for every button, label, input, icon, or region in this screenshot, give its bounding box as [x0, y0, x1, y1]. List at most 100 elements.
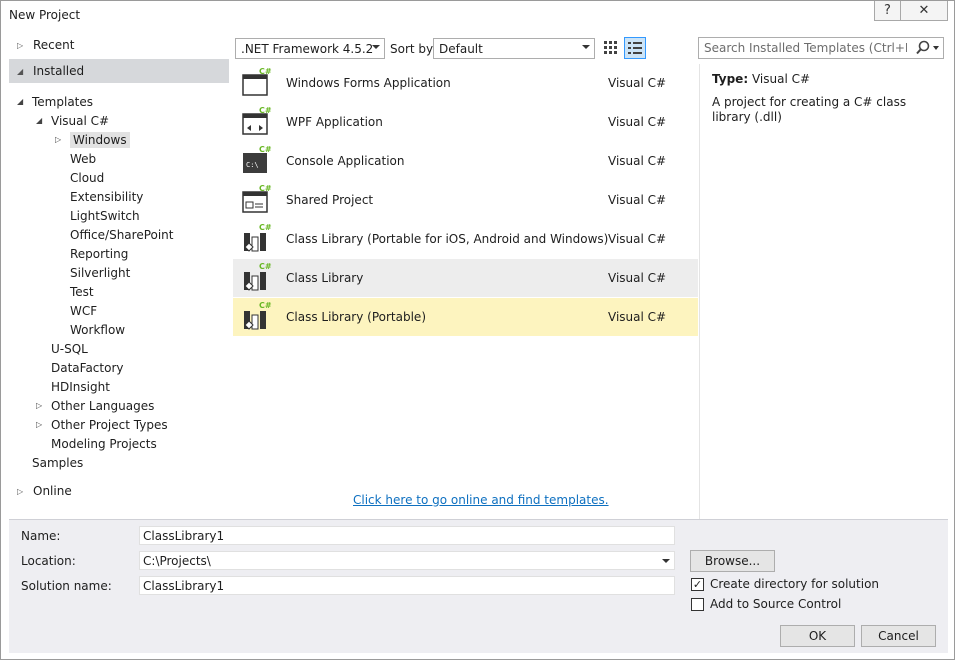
template-name: Class Library (Portable for iOS, Android…: [286, 232, 609, 246]
tree-item[interactable]: WCF: [55, 301, 97, 320]
class-library-icon: C#: [241, 262, 273, 294]
cancel-label: Cancel: [878, 629, 919, 643]
svg-text:C:\: C:\: [246, 161, 259, 169]
tree-item[interactable]: DataFactory: [36, 358, 124, 377]
online-templates-link[interactable]: Click here to go online and find templat…: [353, 493, 609, 507]
new-project-dialog: New Project ? ✕ ▷ Recent ◢ Installed ◢ Te…: [0, 0, 955, 660]
tree-item[interactable]: Modeling Projects: [36, 434, 157, 453]
tree-item-label: Test: [70, 284, 94, 299]
template-item[interactable]: C# Shared Project Visual C#: [233, 181, 698, 219]
tree-item[interactable]: Web: [55, 149, 96, 168]
category-recent[interactable]: ▷ Recent: [9, 33, 229, 57]
help-button[interactable]: ?: [874, 1, 901, 21]
expand-arrow-icon[interactable]: ▷: [17, 41, 27, 50]
svg-text:C#: C#: [259, 106, 272, 115]
location-value: C:\Projects\: [143, 553, 211, 568]
template-language: Visual C#: [608, 76, 667, 90]
collapse-arrow-icon[interactable]: ◢: [17, 67, 27, 76]
chevron-down-icon: [372, 45, 380, 49]
small-icons-view-button[interactable]: [600, 37, 622, 59]
tree-item[interactable]: U-SQL: [36, 339, 88, 358]
template-language: Visual C#: [608, 232, 667, 246]
expand-arrow-icon[interactable]: ▷: [36, 401, 46, 410]
tree-item[interactable]: Reporting: [55, 244, 128, 263]
collapse-arrow-icon[interactable]: ◢: [17, 97, 27, 106]
expand-arrow-icon[interactable]: ▷: [17, 487, 27, 496]
template-name: WPF Application: [286, 115, 383, 129]
tree-item-label: HDInsight: [51, 379, 110, 394]
category-label: Online: [33, 484, 72, 498]
tree-item[interactable]: Extensibility: [55, 187, 143, 206]
svg-text:C#: C#: [259, 67, 272, 76]
shared-project-icon: C#: [241, 184, 273, 216]
template-item[interactable]: C# WPF Application Visual C#: [233, 103, 698, 141]
tree-item-label: WCF: [70, 303, 98, 318]
close-button[interactable]: ✕: [900, 1, 948, 21]
details-pane: Type: Visual C# A project for creating a…: [699, 64, 948, 519]
tree-item[interactable]: LightSwitch: [55, 206, 140, 225]
framework-dropdown[interactable]: .NET Framework 4.5.2: [235, 38, 385, 59]
search-icon[interactable]: [916, 40, 930, 59]
cancel-button[interactable]: Cancel: [861, 625, 936, 647]
solution-name-label: Solution name:: [21, 579, 112, 593]
location-field[interactable]: C:\Projects\: [139, 551, 675, 570]
collapse-arrow-icon[interactable]: ◢: [36, 116, 46, 125]
category-installed[interactable]: ◢ Installed: [9, 59, 229, 83]
template-name: Class Library: [286, 271, 364, 285]
tree-item[interactable]: Samples: [17, 453, 83, 472]
chevron-down-icon[interactable]: [933, 46, 939, 50]
tree-item[interactable]: Office/SharePoint: [55, 225, 174, 244]
window-title: New Project: [9, 8, 81, 22]
search-input[interactable]: [699, 38, 909, 58]
create-directory-checkbox[interactable]: ✓: [691, 577, 704, 591]
source-control-checkbox[interactable]: [691, 597, 704, 611]
sort-dropdown[interactable]: Default: [433, 38, 595, 59]
tree-item[interactable]: ◢ Visual C#: [36, 111, 109, 130]
project-settings-panel: Name: ClassLibrary1 Location: C:\Project…: [9, 519, 948, 653]
name-field[interactable]: ClassLibrary1: [139, 526, 675, 545]
class-library-icon: C#: [241, 301, 273, 333]
category-online[interactable]: ▷ Online: [9, 479, 229, 503]
tree-item[interactable]: ◢ Templates: [17, 92, 93, 111]
solution-name-field[interactable]: ClassLibrary1: [139, 576, 675, 595]
create-directory-option[interactable]: ✓ Create directory for solution: [691, 577, 879, 591]
tree-item[interactable]: HDInsight: [36, 377, 110, 396]
template-item[interactable]: C:\ C# Console Application Visual C#: [233, 142, 698, 180]
template-item[interactable]: C# Class Library (Portable) Visual C#: [233, 298, 698, 336]
tree-item[interactable]: Workflow: [55, 320, 125, 339]
tree-item-label: Windows: [70, 131, 130, 148]
list-view-button[interactable]: [624, 37, 646, 59]
svg-text:C#: C#: [259, 184, 272, 193]
tree-item[interactable]: Silverlight: [55, 263, 130, 282]
tree-item[interactable]: ▷ Windows: [55, 130, 130, 149]
tree-item[interactable]: ▷ Other Project Types: [36, 415, 168, 434]
template-search[interactable]: [698, 37, 944, 59]
ok-button[interactable]: OK: [780, 625, 855, 647]
template-language: Visual C#: [608, 115, 667, 129]
tree-item-label: LightSwitch: [70, 208, 140, 223]
expand-arrow-icon[interactable]: ▷: [36, 420, 46, 429]
tree-item-label: Web: [70, 151, 97, 166]
template-item[interactable]: C# Class Library (Portable for iOS, Andro…: [233, 220, 698, 258]
tree-item-label: Extensibility: [70, 189, 144, 204]
name-value: ClassLibrary1: [143, 528, 225, 543]
template-list: C# Windows Forms Application Visual C# C# WP…: [233, 64, 698, 519]
list-view-icon: [628, 42, 642, 54]
tree-item-label: Cloud: [70, 170, 105, 185]
tree-item[interactable]: Test: [55, 282, 94, 301]
tree-item[interactable]: ▷ Other Languages: [36, 396, 154, 415]
browse-button[interactable]: Browse...: [690, 550, 775, 572]
source-control-option[interactable]: Add to Source Control: [691, 597, 841, 611]
tree-item[interactable]: Cloud: [55, 168, 104, 187]
chevron-down-icon[interactable]: [662, 559, 670, 563]
tree-item-label: Other Project Types: [51, 417, 168, 432]
name-label: Name:: [21, 529, 61, 543]
close-icon: ✕: [918, 3, 930, 18]
template-item[interactable]: C# Class Library Visual C#: [233, 259, 698, 297]
svg-text:C#: C#: [259, 262, 272, 271]
expand-arrow-icon[interactable]: ▷: [55, 135, 65, 144]
tree-item-label: DataFactory: [51, 360, 124, 375]
template-item[interactable]: C# Windows Forms Application Visual C#: [233, 64, 698, 102]
wpf-icon: C#: [241, 106, 273, 138]
title-bar: New Project ? ✕: [1, 1, 954, 31]
